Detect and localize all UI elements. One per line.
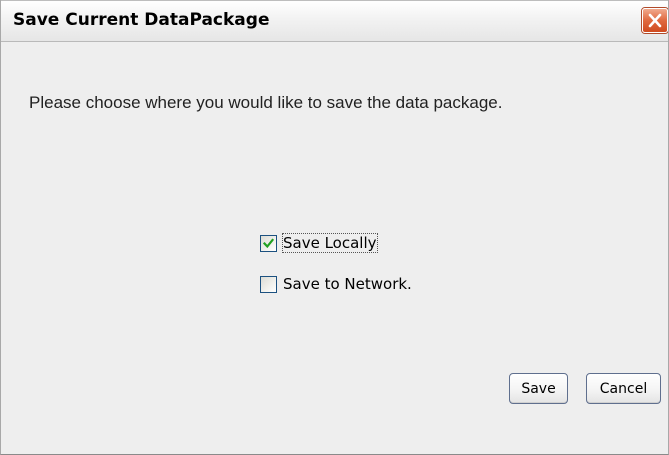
save-locally-checkbox[interactable] xyxy=(260,234,277,252)
save-button[interactable]: Save xyxy=(509,373,568,404)
save-to-network-option[interactable]: Save to Network. xyxy=(260,273,412,295)
save-to-network-label[interactable]: Save to Network. xyxy=(283,275,412,293)
title-bar[interactable]: Save Current DataPackage xyxy=(1,0,668,42)
close-button[interactable] xyxy=(642,8,668,33)
cancel-button[interactable]: Cancel xyxy=(586,373,661,404)
close-icon xyxy=(648,13,662,28)
instruction-message: Please choose where you would like to sa… xyxy=(29,93,503,112)
save-datapackage-dialog: Save Current DataPackage Please choose w… xyxy=(0,0,669,455)
window-title: Save Current DataPackage xyxy=(13,10,270,30)
save-locally-option[interactable]: Save Locally xyxy=(260,232,378,254)
save-locally-label[interactable]: Save Locally xyxy=(282,233,378,253)
save-to-network-checkbox[interactable] xyxy=(260,275,277,293)
checkmark-icon xyxy=(263,237,274,248)
